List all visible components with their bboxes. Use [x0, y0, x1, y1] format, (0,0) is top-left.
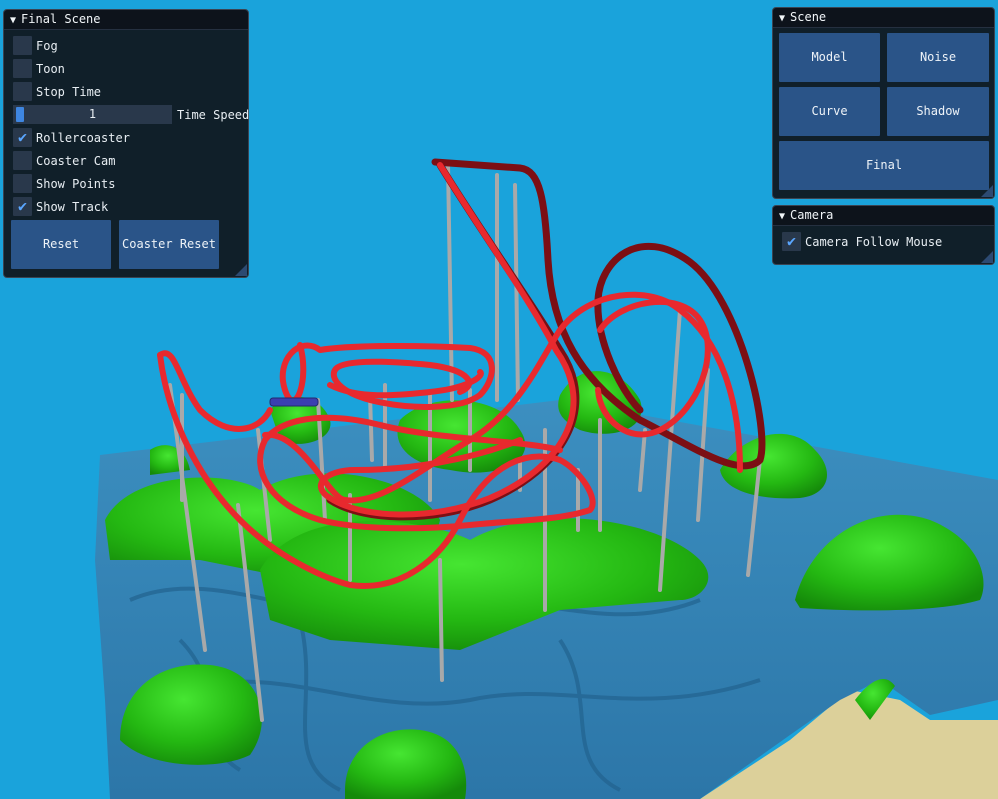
toon-label: Toon	[36, 62, 65, 76]
resize-grip-icon[interactable]	[981, 251, 993, 263]
triangle-down-icon[interactable]: ▼	[779, 9, 785, 28]
time-speed-slider[interactable]: 1	[13, 105, 172, 124]
stop-time-label: Stop Time	[36, 85, 102, 99]
camera-title: Camera	[790, 208, 834, 222]
coaster-cart	[269, 397, 319, 407]
final-scene-title: Final Scene	[21, 12, 101, 26]
final-scene-panel: ▼ Final Scene Fog Toon Stop Time 1 Time Sp…	[3, 9, 249, 278]
coaster-cam-label: Coaster Cam	[36, 154, 116, 168]
checkmark-icon: ✔	[17, 197, 28, 215]
checkmark-icon: ✔	[17, 128, 28, 146]
slider-grab-handle[interactable]	[16, 107, 24, 122]
stop-time-row[interactable]: Stop Time	[13, 82, 101, 102]
scene-panel: ▼ Scene Model Noise Curve Shadow Final	[772, 7, 995, 199]
resize-grip-icon[interactable]	[235, 264, 247, 276]
scene-title: Scene	[790, 10, 827, 24]
time-speed-value: 1	[88, 107, 97, 121]
triangle-down-icon[interactable]: ▼	[10, 11, 16, 30]
time-speed-row: 1 Time Speed	[13, 105, 249, 125]
curve-button[interactable]: Curve	[779, 87, 880, 136]
noise-button[interactable]: Noise	[887, 33, 989, 82]
model-button[interactable]: Model	[779, 33, 880, 82]
show-points-row[interactable]: Show Points	[13, 174, 115, 194]
toon-checkbox[interactable]	[13, 59, 32, 78]
show-points-label: Show Points	[36, 177, 116, 191]
show-track-checkbox[interactable]: ✔	[13, 197, 32, 216]
camera-follow-mouse-checkbox[interactable]: ✔	[782, 232, 801, 251]
rollercoaster-row[interactable]: ✔ Rollercoaster	[13, 128, 130, 148]
fog-label: Fog	[36, 39, 58, 53]
rollercoaster-label: Rollercoaster	[36, 131, 130, 145]
coaster-cam-row[interactable]: Coaster Cam	[13, 151, 115, 171]
shadow-button[interactable]: Shadow	[887, 87, 989, 136]
final-button[interactable]: Final	[779, 141, 989, 190]
toon-row[interactable]: Toon	[13, 59, 65, 79]
reset-button[interactable]: Reset	[11, 220, 111, 269]
checkmark-icon: ✔	[786, 232, 797, 250]
triangle-down-icon[interactable]: ▼	[779, 207, 785, 226]
camera-panel: ▼ Camera ✔ Camera Follow Mouse	[772, 205, 995, 265]
camera-panel-header[interactable]: ▼ Camera	[773, 206, 994, 226]
camera-follow-mouse-row[interactable]: ✔ Camera Follow Mouse	[782, 232, 942, 252]
fog-row[interactable]: Fog	[13, 36, 58, 56]
final-scene-panel-header[interactable]: ▼ Final Scene	[4, 10, 248, 30]
time-speed-label: Time Speed	[177, 108, 250, 122]
resize-grip-icon[interactable]	[981, 185, 993, 197]
stop-time-checkbox[interactable]	[13, 82, 32, 101]
scene-panel-header[interactable]: ▼ Scene	[773, 8, 994, 28]
show-track-row[interactable]: ✔ Show Track	[13, 197, 108, 217]
fog-checkbox[interactable]	[13, 36, 32, 55]
show-track-label: Show Track	[36, 200, 109, 214]
show-points-checkbox[interactable]	[13, 174, 32, 193]
camera-follow-mouse-label: Camera Follow Mouse	[805, 235, 943, 249]
rollercoaster-checkbox[interactable]: ✔	[13, 128, 32, 147]
coaster-reset-button[interactable]: Coaster Reset	[119, 220, 219, 269]
coaster-cam-checkbox[interactable]	[13, 151, 32, 170]
